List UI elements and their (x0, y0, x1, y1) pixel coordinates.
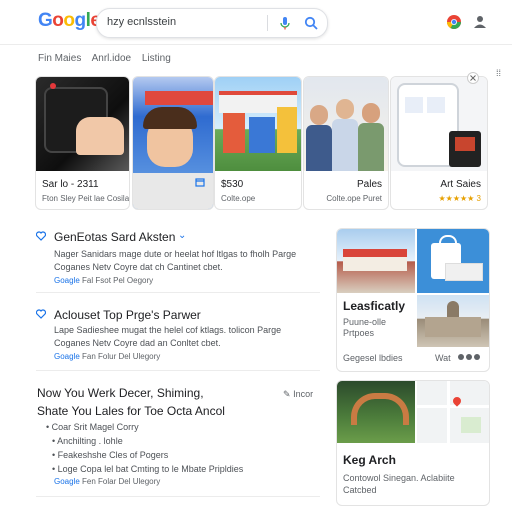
historic-building-image (417, 295, 489, 347)
carousel-card-3[interactable]: Pales Colte.ope Puret (303, 76, 389, 210)
resort-image (337, 229, 415, 293)
account-icon[interactable] (472, 14, 488, 30)
header-divider (0, 44, 512, 45)
close-icon[interactable] (467, 72, 479, 84)
bullet-item: • Loge Copa lel bat Cmting to le Mbate P… (52, 464, 244, 474)
heart-icon (36, 231, 46, 241)
tab-1[interactable]: Anrl.idoe (92, 53, 131, 64)
devices-image (391, 77, 487, 171)
bullet-item: • Coar Srit Magel Corry (46, 422, 139, 432)
panel-line: Puune-olle (343, 317, 387, 327)
building-image (215, 77, 301, 171)
panel-title[interactable]: Keg Arch (343, 453, 396, 467)
result-title[interactable]: Now You Werk Decer, Shiming, (37, 386, 204, 400)
chrome-icon[interactable] (446, 14, 462, 30)
knowledge-panel-1[interactable]: Leasficatly Puune-olle Prtpoes Gegesel l… (336, 228, 490, 372)
result-snippet-line: Lape Sadieshee mugat the helel cof ktlag… (54, 325, 282, 335)
card-title: Sar lo - 2311 (42, 179, 99, 190)
card-subtitle: Colte.ope Puret (326, 194, 382, 203)
search-box[interactable]: hzy ecnlsstein (96, 8, 328, 38)
result-snippet-line: Coganes Netv Coyre dad an Conltet cbet. (54, 338, 221, 348)
result-title[interactable]: Aclouset Top Prge's Parwer (54, 308, 201, 322)
knowledge-panel-2[interactable]: Keg Arch Contowol Sinegan. Aclabiite Cat… (336, 380, 490, 506)
result-title[interactable]: GenEotas Sard Aksten (54, 230, 175, 244)
portrait-image (133, 77, 213, 209)
card-title: Pales (356, 179, 382, 190)
share-icon[interactable] (457, 351, 481, 363)
tab-0[interactable]: Fin Maies (38, 53, 81, 64)
search-divider (267, 15, 268, 31)
panel-line: Contowol Sinegan. Aclabiite (343, 473, 455, 483)
panel-footer: Gegesel lbdies (343, 353, 403, 363)
carousel-card-1[interactable] (132, 76, 214, 210)
card-subtitle: Colte.ope (221, 194, 256, 203)
heart-icon (36, 309, 46, 319)
result-divider (36, 292, 320, 293)
result-divider (36, 370, 320, 371)
search-icon[interactable] (303, 15, 319, 31)
edit-button[interactable]: ✎ Incor (283, 389, 313, 400)
group-photo-image (304, 77, 388, 171)
chevron-down-icon[interactable]: ⌄ (178, 230, 186, 241)
calendar-icon (195, 178, 205, 187)
panel-footer-label: Wat (435, 353, 451, 363)
microphone-icon[interactable] (277, 15, 293, 31)
result-source[interactable]: Goagle Fan Folur Del Ulegory (54, 352, 160, 361)
result-divider (36, 496, 320, 497)
result-source[interactable]: Goagle Fal Fsot Pel Oegory (54, 276, 153, 285)
bullet-item: • Feakeshshe Cles of Pogers (52, 450, 169, 460)
panel-line: Prtpoes (343, 328, 375, 338)
card-title: $530 (221, 179, 244, 190)
card-title: Art Saies (440, 179, 481, 190)
phone-image (36, 77, 129, 171)
card-rating: ★★★★★ 3 (438, 194, 481, 203)
filter-tabs: Fin Maies Anrl.idoe Listing (38, 53, 179, 64)
result-snippet-line: Nager Sanidars mage dute or heelat hof l… (54, 249, 297, 259)
card-subtitle: Fton Sley Peit lae Cosilac Doxiy (42, 194, 130, 203)
tab-2[interactable]: Listing (142, 53, 171, 64)
pencil-icon: ✎ (283, 389, 291, 399)
carousel-card-0[interactable]: Sar lo - 2311 Fton Sley Peit lae Cosilac… (35, 76, 130, 210)
menu-dots-icon[interactable]: ⁞⁞ (496, 68, 501, 78)
panel-title[interactable]: Leasficatly (343, 299, 405, 313)
carousel-card-4[interactable]: Art Saies ★★★★★ 3 (390, 76, 488, 210)
google-logo[interactable]: Google (38, 10, 101, 32)
panel-line: Catcbed (343, 485, 377, 495)
result-snippet-line: Coganes Netv Coyre dat ch Cantinet cbet. (54, 262, 223, 272)
shopping-bag-image (417, 229, 489, 293)
arch-garden-image (337, 381, 415, 443)
bullet-item: • Anchilting . lohle (52, 436, 123, 446)
map-image[interactable] (417, 381, 489, 443)
result-source[interactable]: Goagle Fen Folar Del Ulegory (54, 477, 160, 486)
carousel-card-2[interactable]: $530 Colte.ope (214, 76, 302, 210)
search-input[interactable]: hzy ecnlsstein (107, 16, 176, 28)
result-title-line2: Shate You Lales for Toe Octa Ancol (37, 404, 225, 418)
